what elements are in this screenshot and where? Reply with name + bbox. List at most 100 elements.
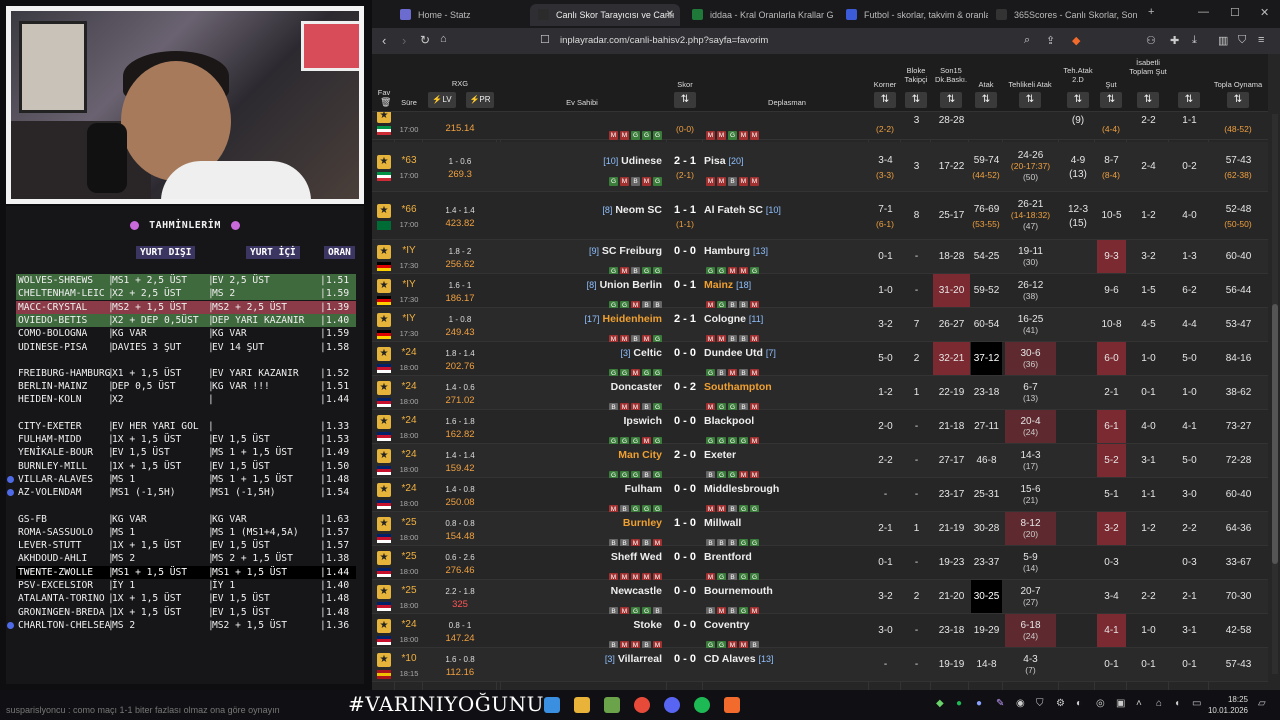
- home-team[interactable]: [8] Union Berlin: [542, 279, 666, 291]
- zoom-icon[interactable]: ⌕: [1024, 34, 1030, 47]
- brave-shield-icon[interactable]: ◆: [1072, 34, 1080, 47]
- home-team[interactable]: Burnley: [542, 517, 666, 529]
- away-team[interactable]: Hamburg [13]: [704, 245, 768, 257]
- wallet-icon[interactable]: ⛉: [1238, 34, 1246, 47]
- skor-sort-button[interactable]: ⇅: [674, 92, 696, 108]
- sut-sort-button[interactable]: ⇅: [1100, 92, 1122, 108]
- tray-chevron-icon[interactable]: ˄: [1136, 698, 1142, 709]
- favorite-star-icon[interactable]: ★: [377, 449, 391, 463]
- match-row[interactable]: ★ *24 18:00 0.8 - 1 147.24 Stoke B M M B M 0 - 0 Cov…: [372, 614, 1268, 650]
- away-team[interactable]: Al Fateh SC [10]: [704, 204, 781, 216]
- home-team[interactable]: Stoke: [542, 619, 666, 631]
- page-scrollbar[interactable]: [1272, 114, 1278, 674]
- home-team[interactable]: [9] SC Freiburg: [542, 245, 666, 257]
- tray-pen-icon[interactable]: ✎: [996, 698, 1004, 709]
- back-icon[interactable]: ‹: [382, 33, 386, 48]
- tray-app2-icon[interactable]: ◐: [1076, 698, 1082, 709]
- s15sut-sort-button[interactable]: ⇅: [1178, 92, 1200, 108]
- match-minute[interactable]: *25: [396, 585, 422, 596]
- match-row[interactable]: ★ *25 18:00 0.8 - 0.8 154.48 Burnley B B M B M 1 - …: [372, 512, 1268, 548]
- network-icon[interactable]: ⌂: [1156, 698, 1162, 709]
- tab-4[interactable]: Futbol - skorlar, takvim & oranlar: [838, 4, 988, 26]
- trash-icon[interactable]: 🗑: [380, 98, 391, 107]
- match-minute[interactable]: *25: [396, 517, 422, 528]
- topla-sort-button[interactable]: ⇅: [1227, 92, 1249, 108]
- bookmark-icon[interactable]: ☐: [540, 33, 550, 46]
- lv-sort-button[interactable]: ⚡LV: [428, 92, 456, 108]
- korner-sort-button[interactable]: ⇅: [874, 92, 896, 108]
- away-team[interactable]: Southampton: [704, 381, 772, 393]
- home-team[interactable]: Doncaster: [542, 381, 666, 393]
- away-team[interactable]: Millwall: [704, 517, 741, 529]
- maximize-button[interactable]: ☐: [1230, 6, 1240, 19]
- match-minute[interactable]: *24: [396, 483, 422, 494]
- favorite-star-icon[interactable]: ★: [377, 483, 391, 497]
- match-minute[interactable]: *66: [396, 204, 422, 215]
- tatak-sort-button[interactable]: ⇅: [1019, 92, 1041, 108]
- tray-steam-icon[interactable]: ◉: [1016, 698, 1025, 709]
- atak-sort-button[interactable]: ⇅: [975, 92, 997, 108]
- match-row[interactable]: ★ *IY 17:30 1.8 - 2 256.62 [9] SC Freiburg G M B…: [372, 240, 1268, 276]
- reload-icon[interactable]: ↻: [420, 33, 430, 47]
- tray-app3-icon[interactable]: ◎: [1096, 698, 1105, 709]
- match-minute[interactable]: *24: [396, 415, 422, 426]
- forward-icon[interactable]: ›: [402, 33, 406, 48]
- scrollbar-thumb[interactable]: [1272, 304, 1278, 564]
- favorite-star-icon[interactable]: ★: [377, 619, 391, 633]
- pr-sort-button[interactable]: ⚡PR: [466, 92, 494, 108]
- match-minute[interactable]: *24: [396, 381, 422, 392]
- favorite-star-icon[interactable]: ★: [377, 381, 391, 395]
- match-minute[interactable]: *24: [396, 347, 422, 358]
- tray-gear-icon[interactable]: ⚙: [1056, 698, 1065, 709]
- favorite-star-icon[interactable]: ★: [377, 415, 391, 429]
- match-minute[interactable]: *25: [396, 551, 422, 562]
- away-team[interactable]: Pisa [20]: [704, 155, 744, 167]
- away-team[interactable]: Blackpool: [704, 415, 754, 427]
- tray-spotify-icon[interactable]: ●: [956, 698, 962, 709]
- share-icon[interactable]: ⇪: [1046, 34, 1055, 47]
- home-team[interactable]: Man City: [542, 449, 666, 461]
- favorite-star-icon[interactable]: ★: [377, 313, 391, 327]
- match-row[interactable]: ★ *24 18:00 1.8 - 1.4 202.76 [3] Celtic G G M G G 0…: [372, 342, 1268, 378]
- notepad-icon[interactable]: [604, 697, 620, 713]
- match-minute[interactable]: *10: [396, 653, 422, 664]
- home-team[interactable]: Fulham: [542, 483, 666, 495]
- match-row[interactable]: ★ *IY 17:30 1 - 0.8 249.43 [17] Heidenheim M M B…: [372, 308, 1268, 344]
- match-row[interactable]: ★ *25 18:00 2.2 - 1.8 325 Newcastle B M G G B 0 - 0…: [372, 580, 1268, 616]
- away-team[interactable]: Dundee Utd [7]: [704, 347, 776, 359]
- match-row[interactable]: ★ *24 18:00 1.4 - 0.6 271.02 Doncaster B M M B G 0 …: [372, 376, 1268, 412]
- match-minute[interactable]: *IY: [396, 245, 422, 256]
- home-team[interactable]: [8] Neom SC: [542, 204, 666, 216]
- extension-icon[interactable]: ⚇: [1146, 34, 1156, 47]
- volume-icon[interactable]: ◖: [1174, 698, 1180, 709]
- home-team[interactable]: Newcastle: [542, 585, 666, 597]
- download-icon[interactable]: ⤓: [1192, 34, 1197, 47]
- match-row[interactable]: ★ *25 18:00 0.6 - 2.6 276.46 Sheff Wed M M M M M 0 …: [372, 546, 1268, 582]
- home-team[interactable]: Sheff Wed: [542, 551, 666, 563]
- tray-discord-icon[interactable]: ●: [976, 698, 982, 709]
- minimize-button[interactable]: —: [1198, 6, 1209, 18]
- discord-icon[interactable]: [664, 697, 680, 713]
- bloke-sort-button[interactable]: ⇅: [905, 92, 927, 108]
- away-team[interactable]: CD Alaves [13]: [704, 653, 774, 665]
- match-minute[interactable]: *IY: [396, 313, 422, 324]
- favorite-star-icon[interactable]: ★: [377, 347, 391, 361]
- brave-icon[interactable]: [724, 697, 740, 713]
- match-minute[interactable]: *63: [396, 155, 422, 166]
- tab-3[interactable]: iddaa - Kral Oranlarla Krallar Gibi: [684, 4, 834, 26]
- file-explorer-icon[interactable]: [574, 697, 590, 713]
- tab-1[interactable]: Home - Statz: [392, 4, 542, 26]
- extensions-puzzle-icon[interactable]: ✚: [1170, 34, 1179, 47]
- notification-icon[interactable]: ▱: [1258, 698, 1266, 709]
- away-team[interactable]: Mainz [18]: [704, 279, 751, 291]
- battery-icon[interactable]: ▭: [1192, 698, 1201, 709]
- home-team[interactable]: [3] Celtic: [542, 347, 666, 359]
- away-team[interactable]: Bournemouth: [704, 585, 773, 597]
- match-row[interactable]: ★ *63 17:00 1 - 0.6 269.3 [10] Udinese G M B M G 2 …: [372, 142, 1268, 192]
- home-team[interactable]: [10] Udinese: [542, 155, 666, 167]
- home-icon[interactable]: ⌂: [440, 33, 447, 45]
- url-input[interactable]: inplayradar.com/canli-bahisv2.php?sayfa=…: [560, 33, 1080, 50]
- favorite-star-icon[interactable]: ★: [377, 585, 391, 599]
- match-row[interactable]: ★ *66 17:00 1.4 - 1.4 423.82 [8] Neom SC 1 - 1…: [372, 192, 1268, 240]
- favorite-star-icon[interactable]: ★: [377, 517, 391, 531]
